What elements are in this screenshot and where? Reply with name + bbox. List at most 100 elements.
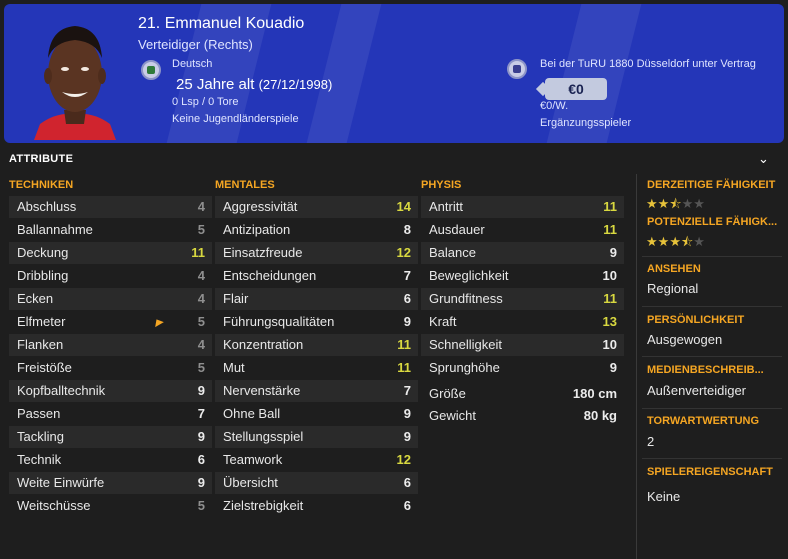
attribute-row[interactable]: Einsatzfreude 12 (215, 242, 418, 264)
chevron-down-icon[interactable]: ⌄ (758, 151, 769, 167)
attribute-value: 7 (197, 406, 205, 421)
attribute-row[interactable]: Freistöße 5 (9, 357, 212, 379)
trend-up-icon (152, 316, 164, 328)
attribute-name: Mut (223, 360, 245, 375)
attribute-name: Antizipation (223, 222, 291, 237)
potential-ability-stars: ★★★⯪★ (646, 233, 705, 255)
date-of-birth: (27/12/1998) (258, 77, 333, 92)
star-full-icon: ★ (646, 196, 658, 211)
attribute-row[interactable]: Dribbling 4 (9, 265, 212, 287)
attributes-title: ATTRIBUTE (9, 153, 74, 165)
attribute-name: Beweglichkeit (429, 268, 509, 283)
attribute-row[interactable]: Grundfitness 11 (421, 288, 624, 310)
attribute-row[interactable]: Passen 7 (9, 403, 212, 425)
attribute-name: Ohne Ball (223, 406, 281, 421)
separator (642, 356, 782, 357)
attribute-name: Dribbling (17, 268, 69, 283)
attribute-row[interactable]: Weite Einwürfe 9 (9, 472, 212, 494)
age-text: 25 Jahre alt (176, 76, 255, 93)
player-traits-value: Keine (647, 489, 681, 504)
attribute-row[interactable]: Konzentration 11 (215, 334, 418, 356)
separator (642, 408, 782, 409)
separator (642, 256, 782, 257)
attribute-row[interactable]: Beweglichkeit 10 (421, 265, 624, 287)
reputation-value: Regional (647, 281, 699, 296)
attribute-name: Sprunghöhe (429, 360, 500, 375)
attribute-name: Aggressivität (223, 199, 298, 214)
attribute-name: Konzentration (223, 337, 304, 352)
attribute-name: Deckung (17, 245, 69, 260)
attribute-row[interactable]: Deckung 11 (9, 242, 212, 264)
attribute-row[interactable]: Aggressivität 14 (215, 196, 418, 218)
star-empty-icon: ★ (681, 196, 694, 211)
attribute-row[interactable]: Entscheidungen 7 (215, 265, 418, 287)
attribute-row[interactable]: Kraft 13 (421, 311, 624, 333)
attribute-row[interactable]: Ballannahme 5 (9, 219, 212, 241)
attribute-row[interactable]: Sprunghöhe 9 (421, 357, 624, 379)
contract-club[interactable]: Bei der TuRU 1880 Düsseldorf unter Vertr… (540, 58, 756, 70)
attribute-name: Antritt (429, 199, 463, 214)
attribute-row[interactable]: Ohne Ball 9 (215, 403, 418, 425)
attribute-row[interactable]: Ecken 4 (9, 288, 212, 310)
techniken-heading: TECHNIKEN (9, 179, 74, 191)
attribute-row[interactable]: Weitschüsse 5 (9, 495, 212, 517)
attribute-row[interactable]: Flair 6 (215, 288, 418, 310)
attribute-value: 9 (609, 360, 617, 375)
attribute-value: 10 (602, 337, 617, 352)
attribute-row[interactable]: Zielstrebigkeit 6 (215, 495, 418, 517)
attribute-row[interactable]: Abschluss 4 (9, 196, 212, 218)
attribute-row[interactable]: Elfmeter 5 (9, 311, 212, 333)
attribute-value: 5 (197, 314, 205, 329)
separator (642, 458, 782, 459)
personality-title: PERSÖNLICHKEIT (647, 314, 745, 326)
attribute-name: Abschluss (17, 199, 77, 214)
attribute-value: 10 (602, 268, 617, 283)
attribute-row[interactable]: Schnelligkeit 10 (421, 334, 624, 356)
attribute-row[interactable]: Antizipation 8 (215, 219, 418, 241)
stat-name: Gewicht (429, 408, 476, 423)
attribute-value: 14 (396, 199, 411, 214)
star-full-icon: ★ (646, 234, 658, 249)
attribute-name: Passen (17, 406, 61, 421)
star-empty-icon: ★ (693, 196, 705, 211)
attribute-row[interactable]: Ausdauer 11 (421, 219, 624, 241)
gk-rating-value: 2 (647, 434, 655, 449)
nation-flag-icon[interactable] (141, 60, 161, 80)
attribute-value: 7 (403, 268, 411, 283)
attribute-value: 4 (197, 337, 205, 352)
attribute-row[interactable]: Flanken 4 (9, 334, 212, 356)
attribute-value: 4 (197, 199, 205, 214)
attribute-row[interactable]: Technik 6 (9, 449, 212, 471)
attribute-row[interactable]: Führungsqualitäten 9 (215, 311, 418, 333)
player-age: 25 Jahre alt (27/12/1998) (176, 76, 332, 93)
attribute-row[interactable]: Nervenstärke 7 (215, 380, 418, 402)
attribute-name: Weite Einwürfe (17, 475, 105, 490)
attribute-value: 7 (403, 383, 411, 398)
media-description-title: MEDIENBESCHREIB... (647, 364, 764, 376)
attribute-value: 6 (403, 498, 411, 513)
attribute-row[interactable]: Balance 9 (421, 242, 624, 264)
attribute-value: 11 (603, 199, 617, 214)
sidebar-divider (636, 174, 637, 559)
attribute-row[interactable]: Kopfballtechnik 9 (9, 380, 212, 402)
attribute-row[interactable]: Teamwork 12 (215, 449, 418, 471)
attribute-row[interactable]: Stellungsspiel 9 (215, 426, 418, 448)
star-full-icon: ★ (657, 196, 670, 211)
attribute-name: Nervenstärke (223, 383, 301, 398)
player-position: Verteidiger (Rechts) (138, 37, 253, 52)
attribute-row[interactable]: Tackling 9 (9, 426, 212, 448)
attribute-row[interactable]: Mut 11 (215, 357, 418, 379)
attribute-value: 9 (197, 475, 205, 490)
star-full-icon: ★ (669, 234, 681, 249)
attribute-name: Zielstrebigkeit (223, 498, 304, 513)
attribute-name: Kopfballtechnik (17, 383, 106, 398)
attribute-row[interactable]: Antritt 11 (421, 196, 624, 218)
attribute-name: Balance (429, 245, 476, 260)
stat-name: Größe (429, 386, 466, 401)
attribute-row[interactable]: Übersicht 6 (215, 472, 418, 494)
club-badge-icon[interactable] (507, 59, 527, 79)
attribute-name: Flanken (17, 337, 64, 352)
attribute-name: Ballannahme (17, 222, 93, 237)
player-avatar[interactable] (26, 12, 124, 140)
attribute-name: Teamwork (223, 452, 283, 467)
